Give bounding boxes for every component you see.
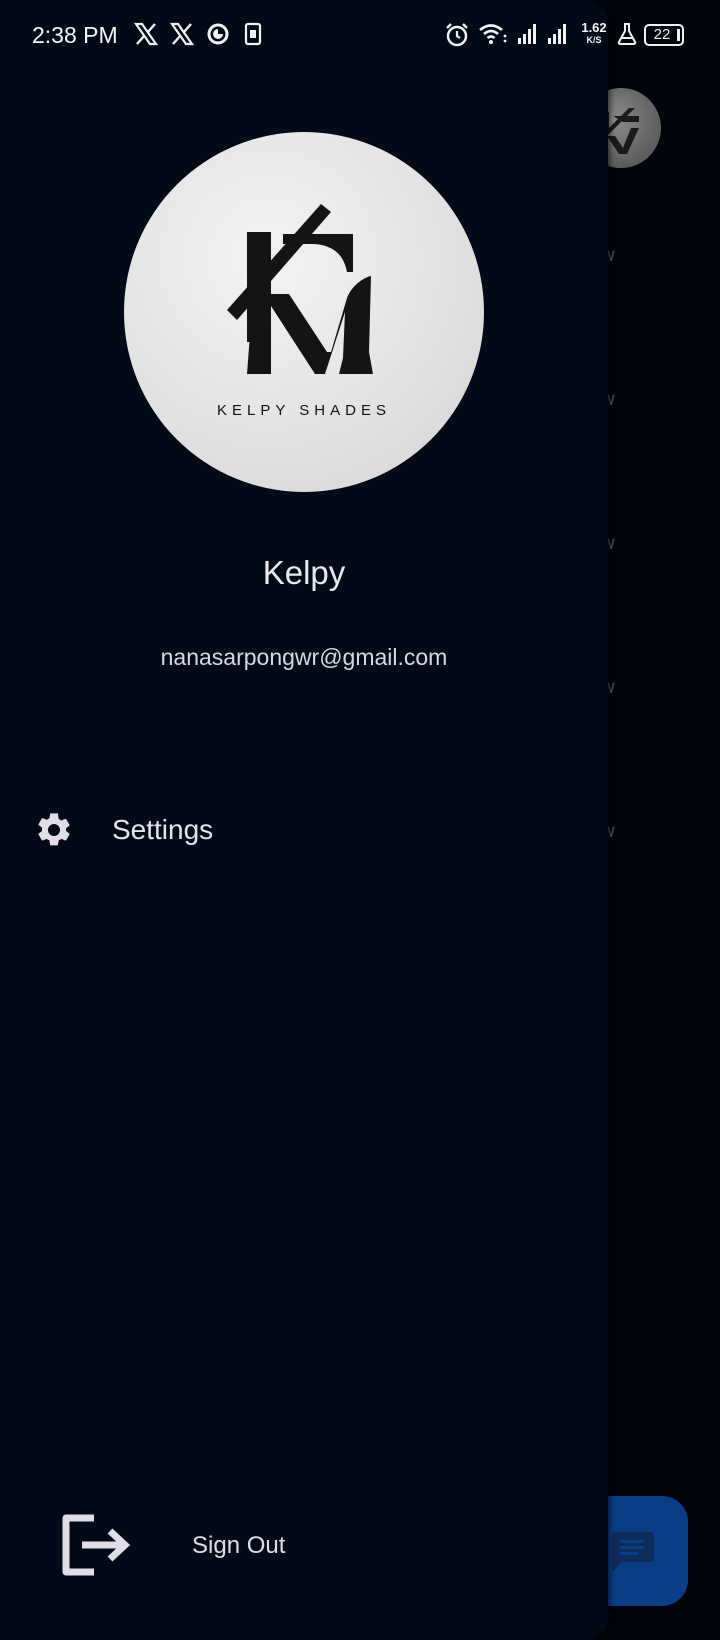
network-speed-unit: K/S — [586, 35, 602, 45]
sign-out-label: Sign Out — [192, 1532, 286, 1559]
flask-icon — [617, 23, 637, 45]
sim-icon — [244, 22, 262, 46]
gear-icon — [38, 813, 70, 846]
battery-icon: 22 — [644, 24, 684, 46]
kelpy-shades-logo-icon — [227, 204, 373, 374]
signal-icon — [518, 24, 536, 44]
logout-icon — [62, 1514, 131, 1576]
battery-tip — [677, 29, 680, 41]
network-speed-value: 1.62 — [581, 20, 607, 35]
signal-icon — [548, 24, 566, 44]
sign-out-menu-item[interactable]: Sign Out — [0, 1500, 608, 1600]
x-icon — [170, 22, 194, 46]
profile-avatar[interactable]: KELPY SHADES — [124, 132, 484, 492]
status-time: 2:38 PM — [32, 22, 118, 48]
navigation-drawer: KELPY SHADES Kelpy nanasarpongwr@gmail.c… — [0, 0, 608, 1640]
screen: st now st now st now st now st now — [0, 0, 720, 1640]
network-speed: 1.62 K/S — [574, 20, 614, 46]
profile-email: nanasarpongwr@gmail.com — [160, 644, 448, 670]
status-bar: 2:38 PM 1.62 K/S 22 — [0, 0, 720, 72]
chat-icon — [611, 1532, 654, 1572]
settings-label: Settings — [112, 814, 214, 845]
wifi-icon — [479, 24, 507, 44]
alarm-icon — [446, 23, 468, 47]
vpn-icon — [207, 23, 229, 45]
settings-menu-item[interactable]: Settings — [0, 790, 608, 870]
logo-text: KELPY SHADES — [217, 402, 391, 419]
profile-name: Kelpy — [262, 554, 346, 591]
x-icon — [134, 22, 158, 46]
battery-level: 22 — [653, 26, 671, 43]
